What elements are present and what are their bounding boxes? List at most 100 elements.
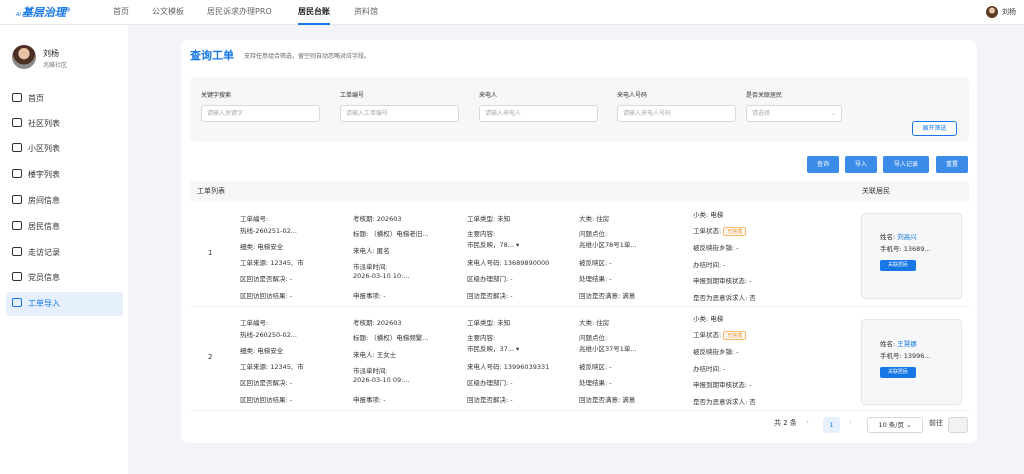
sidebar-item-party-members[interactable]: 党员信息 — [6, 266, 123, 290]
flag-icon — [12, 298, 22, 307]
link-resident-button[interactable]: 关联居民 — [880, 260, 916, 271]
field-content-label: 主要内容: — [467, 230, 496, 238]
app-logo[interactable]: AI基层治理® — [16, 4, 71, 20]
field-visit-satisfied: 回访是否满意: 满意 — [579, 292, 636, 300]
field-district-dept: 区级办理部门: - — [467, 275, 513, 283]
compound-icon — [12, 143, 22, 152]
field-review-status: 申报到期审核状态: - — [693, 381, 752, 389]
table-row: 2 工单编号: 热线-260250-02... 细类: 电梯安全 工单来源: 1… — [190, 308, 969, 411]
caller-phone-input[interactable]: 请输入来电人号码 — [617, 105, 736, 122]
sidebar-item-compounds[interactable]: 小区列表 — [6, 137, 123, 161]
field-close-time: 办结时间: - — [693, 365, 726, 373]
filter-label-keyword: 关键字搜索 — [201, 92, 232, 99]
goto-page-input[interactable] — [948, 417, 968, 433]
field-ticket-no-label: 工单编号: — [240, 215, 269, 223]
community-icon — [12, 118, 22, 127]
related-resident-card: 姓名: 王慧娜 手机号: 13996... 关联居民 — [861, 319, 962, 405]
field-reported-district: 被反映区: - — [579, 363, 612, 371]
nav-resident-requests[interactable]: 居民诉求办理PRO — [207, 0, 272, 25]
status-badge: 已完成 — [723, 331, 747, 340]
filter-panel: 关键字搜索 请输入关键字 工单编号 请输入工单编号 来电人 请输入来电人 来电人… — [190, 77, 969, 142]
field-handle-result: 处理结果: - — [579, 275, 612, 283]
related-resident-header: 关联居民 — [862, 187, 890, 195]
field-minor-class: 小类: 电梯 — [693, 315, 724, 323]
field-visit-resolved: 回访是否解决: - — [467, 396, 513, 404]
reset-button[interactable]: 重置 — [936, 156, 968, 173]
ticket-no-input[interactable]: 请输入工单编号 — [340, 105, 459, 122]
sidebar-item-rooms[interactable]: 房间信息 — [6, 189, 123, 213]
pagination-total: 共 2 条 — [774, 419, 797, 427]
field-period: 考核期: 202603 — [353, 319, 402, 327]
link-resident-button[interactable]: 关联居民 — [880, 367, 916, 378]
nav-doc-templates[interactable]: 公文模板 — [152, 0, 184, 25]
field-category: 大类: 住房 — [579, 319, 610, 327]
sidebar-item-residents[interactable]: 居民信息 — [6, 215, 123, 239]
import-button[interactable]: 导入 — [845, 156, 877, 173]
chevron-down-icon: ⌄ — [830, 110, 836, 117]
keyword-input[interactable]: 请输入关键字 — [201, 105, 320, 122]
next-page-icon[interactable]: › — [849, 418, 852, 426]
profile-name: 刘杨 — [43, 49, 59, 58]
sidebar-item-buildings[interactable]: 楼宇列表 — [6, 163, 123, 187]
field-declared-item: 申报事项: - — [353, 292, 386, 300]
query-button[interactable]: 查询 — [807, 156, 839, 173]
filter-label-caller: 来电人 — [479, 92, 498, 99]
field-location: 兆维小区37号1单... — [579, 345, 637, 353]
field-source: 工单来源: 12345、市 — [240, 259, 304, 267]
field-district-resolved: 区回访是否解决: - — [240, 275, 293, 283]
goto-label: 前往 — [929, 419, 943, 427]
field-caller-phone: 来电人号码: 13689890000 — [467, 259, 550, 267]
nav-library[interactable]: 资料馆 — [354, 0, 378, 25]
avatar — [986, 6, 998, 18]
field-ticket-type: 工单类型: 未知 — [467, 215, 511, 223]
sidebar-item-ticket-import[interactable]: 工单导入 — [6, 292, 123, 316]
sidebar-item-home[interactable]: 首页 — [6, 87, 123, 111]
caller-input[interactable]: 请输入来电人 — [479, 105, 598, 122]
nav-home[interactable]: 首页 — [113, 0, 129, 25]
field-district-resolved: 区回访是否解决: - — [240, 379, 293, 387]
resident-phone: 手机号: 13689... — [880, 245, 931, 253]
nav-resident-ledger[interactable]: 居民台账 — [298, 0, 330, 25]
related-resident-card: 姓名: 刘高兴 手机号: 13689... 关联居民 — [861, 213, 962, 299]
field-source: 工单来源: 12345、市 — [240, 363, 304, 371]
field-district-result: 区回访回访结果: - — [240, 396, 293, 404]
field-dispatch-time-label: 市派单时间: — [353, 263, 388, 271]
field-reported-district: 被反映区: - — [579, 259, 612, 267]
sidebar: 刘杨 兆維社区 首页 社区列表 小区列表 楼宇列表 房间信息 居民信息 走访记录… — [0, 25, 128, 474]
field-district-result: 区回访回访结果: - — [240, 292, 293, 300]
flag-icon — [12, 272, 22, 281]
resident-name-row: 姓名: 王慧娜 — [880, 340, 917, 348]
field-reported-street: 被反映街乡镇: - — [693, 244, 739, 252]
filter-label-ticket-no: 工单编号 — [340, 92, 365, 99]
field-visit-satisfied: 回访是否满意: 满意 — [579, 396, 636, 404]
field-district-dept: 区级办理部门: - — [467, 379, 513, 387]
user-menu[interactable]: 刘杨 — [986, 6, 1016, 18]
page-size-select[interactable]: 10 条/页 ⌄ — [867, 417, 923, 433]
page-number-1[interactable]: 1 — [823, 417, 840, 433]
import-records-button[interactable]: 导入记录 — [883, 156, 929, 173]
prev-page-icon[interactable]: ‹ — [806, 418, 809, 426]
query-ticket-card: 查询工单 支持任意组合筛选，留空则自动忽略对应字段。 关键字搜索 请输入关键字 … — [181, 40, 977, 443]
sidebar-item-visits[interactable]: 走访记录 — [6, 241, 123, 265]
expand-filter-button[interactable]: 展开筛选 — [912, 121, 957, 136]
top-nav-bar: AI基层治理® 首页 公文模板 居民诉求办理PRO 居民台账 资料馆 刘杨 — [0, 0, 1024, 25]
profile-org: 兆維社区 — [43, 62, 68, 69]
field-content-dropdown[interactable]: 市民反映，37... ▾ — [467, 343, 519, 353]
sidebar-item-communities[interactable]: 社区列表 — [6, 112, 123, 136]
users-icon — [12, 221, 22, 230]
resident-name-row: 姓名: 刘高兴 — [880, 233, 917, 241]
building-icon — [12, 169, 22, 178]
field-period: 考核期: 202603 — [353, 215, 402, 223]
resident-name-link[interactable]: 刘高兴 — [897, 233, 917, 241]
user-name: 刘杨 — [1002, 8, 1016, 16]
list-title: 工单列表 — [197, 187, 225, 195]
linked-resident-select[interactable]: 请选择 ⌄ — [746, 105, 842, 122]
field-location: 兆维小区78号1单... — [579, 241, 637, 249]
field-content-dropdown[interactable]: 市民反映，78... ▾ — [467, 239, 519, 249]
field-dispatch-time-label: 市派单时间: — [353, 367, 388, 375]
field-dispatch-time: 2026-03-10 09:... — [353, 376, 410, 384]
field-visit-resolved: 回访是否解决: - — [467, 292, 513, 300]
field-minor-class: 小类: 电梯 — [693, 211, 724, 219]
field-close-time: 办结时间: - — [693, 261, 726, 269]
resident-name-link[interactable]: 王慧娜 — [897, 340, 917, 348]
